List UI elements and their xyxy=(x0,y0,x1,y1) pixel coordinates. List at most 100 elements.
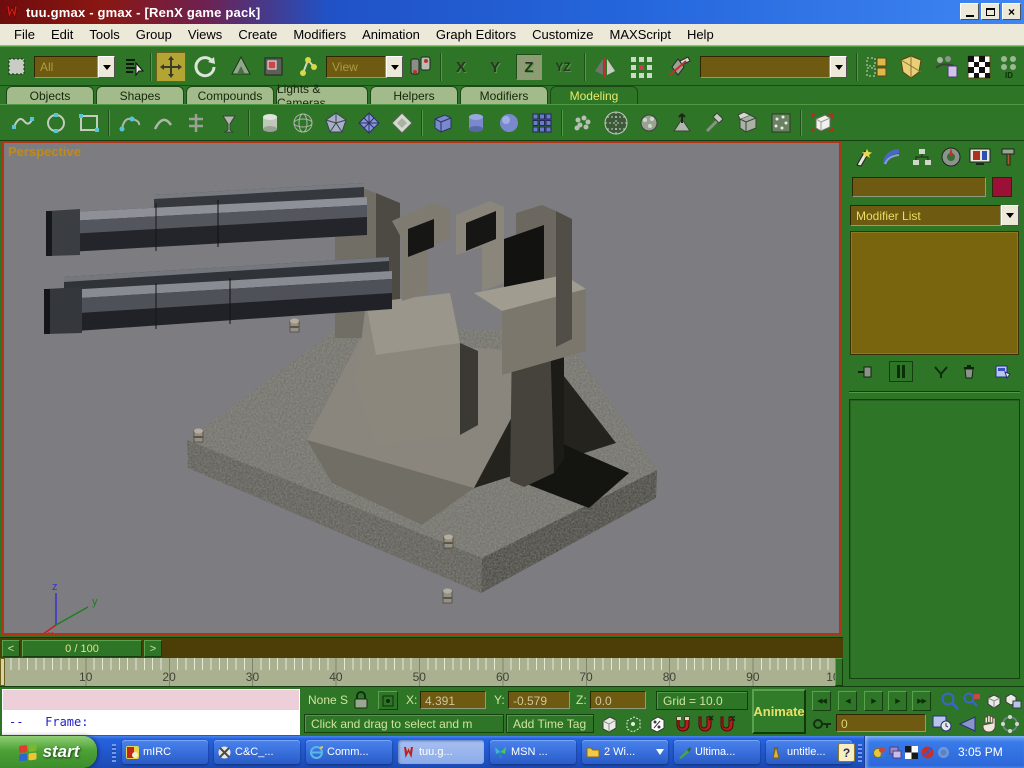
taskbar-button-mirc[interactable]: mIRC xyxy=(122,740,208,764)
maxscript-mini-listener[interactable]: -- Frame: xyxy=(2,689,300,735)
time-configuration-icon[interactable] xyxy=(932,714,952,733)
circle-icon[interactable] xyxy=(39,108,72,138)
menu-item[interactable]: Help xyxy=(679,25,722,44)
angle-snap-icon[interactable] xyxy=(624,715,643,734)
slider-prev-button[interactable]: < xyxy=(2,640,20,657)
make-unique-button[interactable] xyxy=(929,361,953,382)
arc-icon[interactable] xyxy=(146,108,179,138)
restrict-yz-button[interactable]: YZ xyxy=(550,54,576,80)
curve-editor-shield-icon[interactable] xyxy=(898,52,924,82)
dropdown-arrow-icon[interactable] xyxy=(386,56,403,78)
snow-box-icon[interactable] xyxy=(764,108,797,138)
track-bar[interactable]: 102030405060708090100 xyxy=(0,658,843,686)
modifier-stack-list[interactable] xyxy=(850,231,1019,355)
snap-magnet-3d-icon[interactable] xyxy=(674,715,692,734)
select-and-rotate-icon[interactable] xyxy=(192,52,218,82)
tray-windows-icon[interactable] xyxy=(889,746,902,759)
align-icon[interactable] xyxy=(664,52,692,82)
tab-shapes[interactable]: Shapes xyxy=(96,86,184,104)
percent-snap-icon[interactable] xyxy=(648,715,667,734)
schematic-view-icon[interactable] xyxy=(932,52,960,82)
menu-item[interactable]: Group xyxy=(128,25,180,44)
dropdown-arrow-icon[interactable] xyxy=(1001,205,1019,226)
tab-modifiers[interactable]: Modifiers xyxy=(460,86,548,104)
tray-scheduler-icon[interactable] xyxy=(873,746,886,759)
menu-item[interactable]: Edit xyxy=(43,25,81,44)
configure-modifier-sets-button[interactable] xyxy=(991,361,1015,382)
track-bar-end-button[interactable] xyxy=(835,658,843,686)
menu-item[interactable]: Modifiers xyxy=(285,25,354,44)
tab-compounds[interactable]: Compounds xyxy=(186,86,274,104)
dropdown-arrow-icon[interactable] xyxy=(98,56,115,78)
create-tab-icon[interactable] xyxy=(851,145,877,169)
line-icon[interactable] xyxy=(6,108,39,138)
hedra-icon[interactable] xyxy=(319,108,352,138)
listener-macro-line[interactable] xyxy=(3,690,299,712)
play-button[interactable]: ▶ xyxy=(864,691,883,711)
motion-tab-icon[interactable] xyxy=(938,145,964,169)
next-frame-button[interactable]: ▶ xyxy=(888,691,907,711)
absolute-offset-toggle[interactable] xyxy=(378,691,398,710)
tray-volume-icon[interactable] xyxy=(937,746,950,759)
percent-snap-magnet-icon[interactable] xyxy=(718,715,736,734)
restrict-y-button[interactable]: Y xyxy=(482,54,508,80)
add-time-tag[interactable]: Add Time Tag xyxy=(506,714,594,733)
diamond-mesh-icon[interactable] xyxy=(352,108,385,138)
select-and-move-button[interactable] xyxy=(156,52,186,82)
slider-next-button[interactable]: > xyxy=(144,640,162,657)
show-end-result-button[interactable] xyxy=(889,361,913,382)
display-tab-icon[interactable] xyxy=(967,145,993,169)
select-by-name-icon[interactable] xyxy=(122,52,146,82)
animate-button[interactable]: Animate xyxy=(752,689,806,734)
material-editor-icon[interactable] xyxy=(966,52,992,82)
taskbar-button-cnc[interactable]: C&C_... xyxy=(214,740,300,764)
array-icon[interactable] xyxy=(628,52,654,82)
restrict-x-button[interactable]: X xyxy=(448,54,474,80)
restore-button[interactable] xyxy=(981,3,1000,20)
hierarchy-tab-icon[interactable] xyxy=(909,145,935,169)
close-button[interactable]: × xyxy=(1002,3,1021,20)
dots-cluster-icon[interactable] xyxy=(566,108,599,138)
tray-checker-icon[interactable] xyxy=(905,746,918,759)
menu-item[interactable]: Tools xyxy=(81,25,127,44)
menu-item[interactable]: Views xyxy=(180,25,230,44)
zoom-extents-all-icon[interactable] xyxy=(1004,691,1022,711)
lattice-sphere-icon[interactable] xyxy=(286,108,319,138)
menu-item[interactable]: Graph Editors xyxy=(428,25,524,44)
tab-modeling[interactable]: Modeling xyxy=(550,86,638,104)
snap-toggle-icon[interactable] xyxy=(600,715,619,734)
zoom-icon[interactable] xyxy=(940,691,960,711)
tab-helpers[interactable]: Helpers xyxy=(370,86,458,104)
sphere-icon[interactable] xyxy=(492,108,525,138)
current-frame-field[interactable]: 0 xyxy=(836,714,926,732)
layer-manager-icon[interactable] xyxy=(864,52,890,82)
xform-box-icon[interactable] xyxy=(805,108,838,138)
pan-hand-icon[interactable] xyxy=(980,714,998,733)
previous-frame-button[interactable]: ◀ xyxy=(838,691,857,711)
utilities-tab-icon[interactable] xyxy=(996,145,1022,169)
menu-item[interactable]: Customize xyxy=(524,25,601,44)
y-coord-field[interactable]: -0.579 xyxy=(508,691,570,709)
axe-cut-icon[interactable] xyxy=(698,108,731,138)
taskbar-button-windows-group[interactable]: 2 Wi... xyxy=(582,740,668,764)
mirror-icon[interactable] xyxy=(592,52,618,82)
arc-rotate-icon[interactable] xyxy=(1000,714,1020,734)
perspective-viewport[interactable]: z y x Perspective xyxy=(2,141,841,635)
selection-filter-dropdown[interactable]: All xyxy=(34,56,116,78)
box-icon[interactable] xyxy=(426,108,459,138)
remove-modifier-button[interactable] xyxy=(957,361,981,382)
taskbar-button-comm[interactable]: Comm... xyxy=(306,740,392,764)
use-center-icon[interactable] xyxy=(408,52,434,82)
start-button[interactable]: start xyxy=(0,736,97,768)
cross-section-icon[interactable] xyxy=(179,108,212,138)
listener-script-line[interactable]: -- Frame: xyxy=(3,712,299,734)
minimize-button[interactable] xyxy=(960,3,979,20)
tray-antivirus-icon[interactable] xyxy=(921,746,934,759)
object-color-swatch[interactable] xyxy=(992,177,1012,197)
lathe-icon[interactable] xyxy=(212,108,245,138)
link-hierarchy-icon[interactable] xyxy=(296,52,320,82)
cylinder-gray-icon[interactable] xyxy=(253,108,286,138)
time-slider-handle[interactable]: 0 / 100 xyxy=(22,640,142,657)
modify-tab-icon[interactable] xyxy=(880,145,906,169)
chamfer-icon[interactable] xyxy=(385,108,418,138)
